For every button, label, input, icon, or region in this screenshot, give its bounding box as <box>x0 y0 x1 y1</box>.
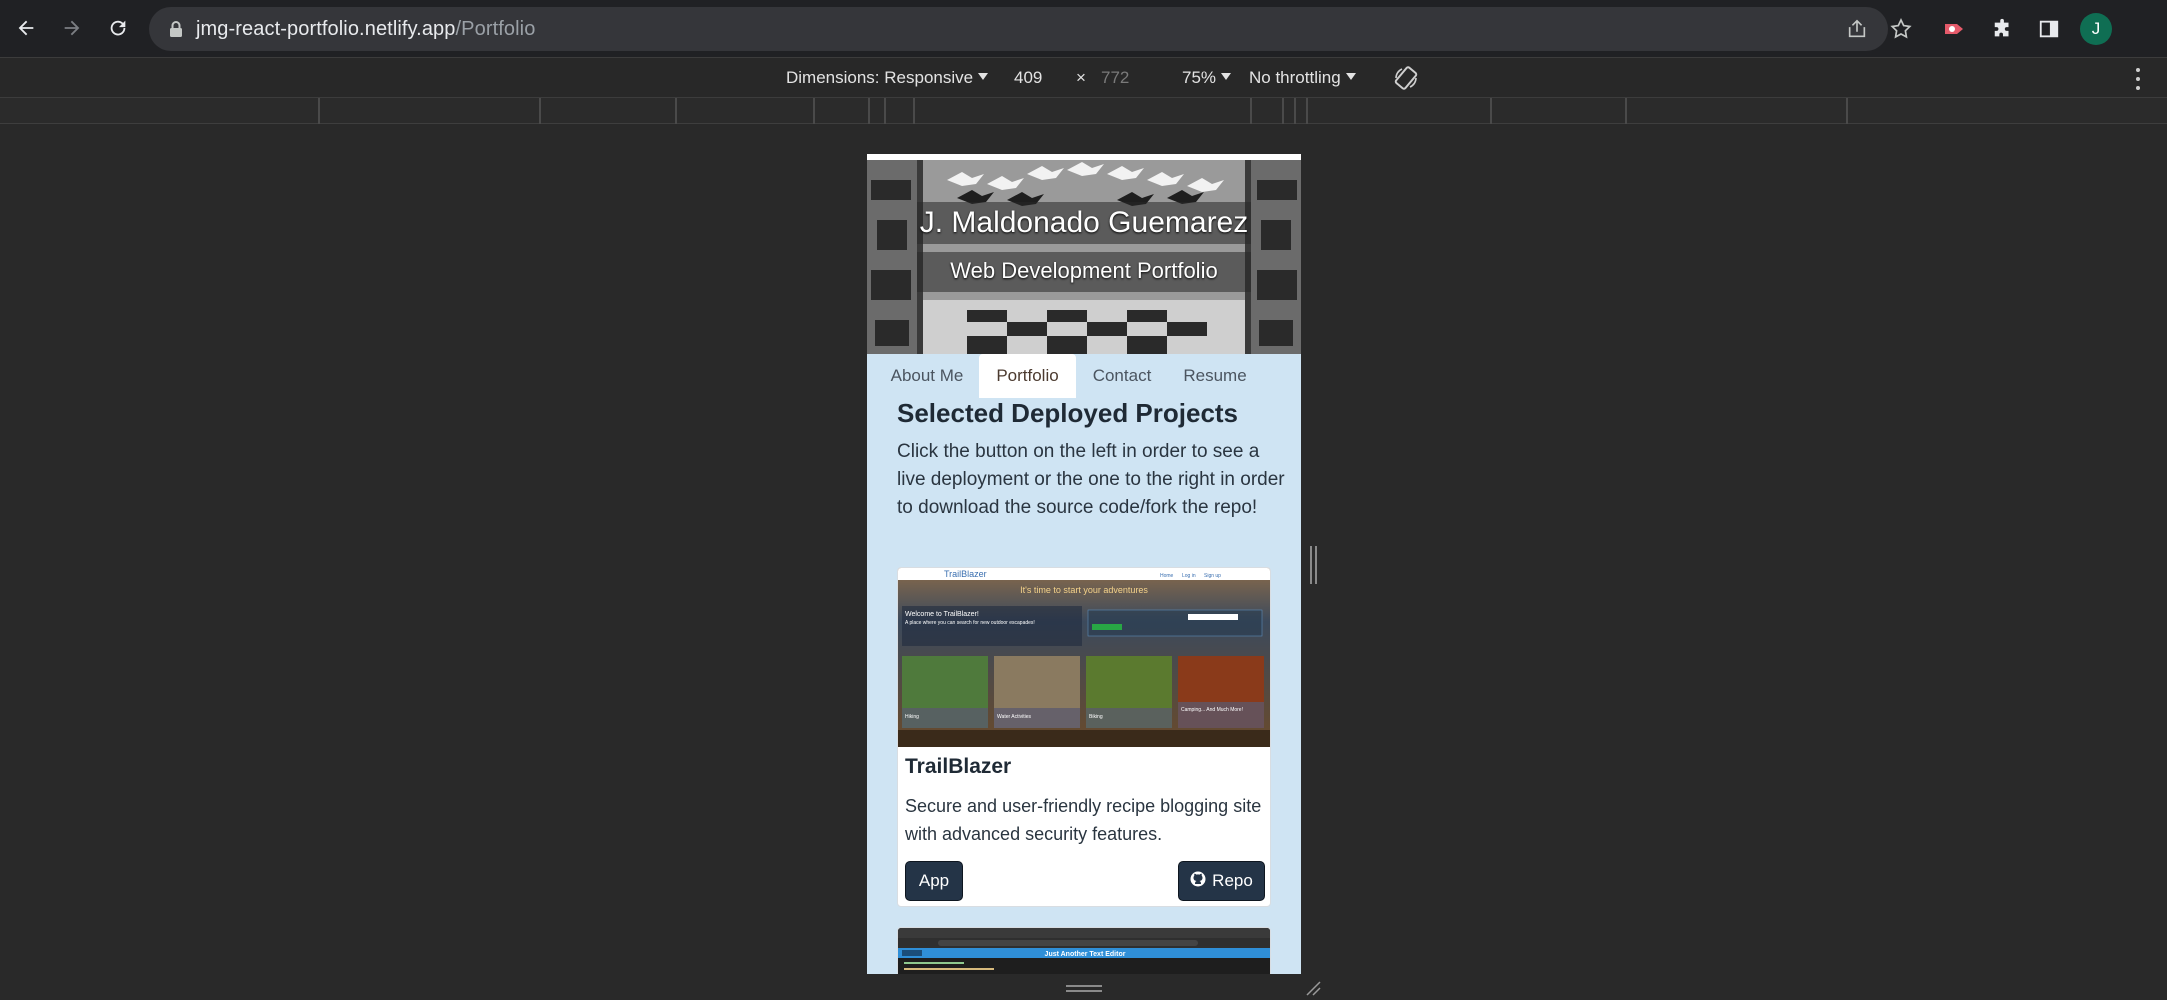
shot-welcome: Welcome to TrailBlazer! <box>905 611 979 618</box>
tab-contact[interactable]: Contact <box>1087 354 1157 398</box>
caret-down-icon <box>1345 73 1356 80</box>
app-button-label: App <box>918 871 950 890</box>
puzzle-icon[interactable] <box>1988 14 2018 44</box>
project-screenshot[interactable]: TrailBlazer Home Log in Sign up It's tim… <box>898 568 1270 747</box>
shot-brand: TrailBlazer <box>944 569 987 579</box>
project-card: TrailBlazer Home Log in Sign up It's tim… <box>897 567 1271 907</box>
project-screenshot[interactable]: Just Another Text Editor <box>898 928 1271 974</box>
hero-header: J. Maldonado Guemarez Web Development Po… <box>867 154 1301 354</box>
back-icon[interactable] <box>8 10 44 46</box>
nav-tabs: About Me Portfolio Contact Resume <box>867 354 1301 398</box>
shot-tile-3: Biking <box>1089 714 1103 720</box>
resize-corner-icon[interactable] <box>1305 980 1321 996</box>
width-input[interactable]: 409 <box>1014 68 1042 88</box>
github-icon <box>1190 871 1206 892</box>
shot-nav-signup: Sign up <box>1204 573 1221 579</box>
side-panel-icon[interactable] <box>2034 14 2064 44</box>
share-icon[interactable] <box>1845 17 1869 41</box>
star-icon[interactable] <box>1886 14 1916 44</box>
zoom-dropdown[interactable]: 75% <box>1182 68 1232 88</box>
tab-resume[interactable]: Resume <box>1175 354 1255 398</box>
height-input[interactable]: 772 <box>1101 68 1129 88</box>
shot-tile-2: Water Activities <box>997 714 1031 720</box>
intro-text: Click the button on the left in order to… <box>897 441 1285 518</box>
shot-tile-4: Camping... And Much More! <box>1181 707 1243 713</box>
resize-handle-right[interactable] <box>1310 546 1320 584</box>
project-title: TrailBlazer <box>905 755 1012 778</box>
forward-icon[interactable] <box>54 10 90 46</box>
shot-banner: It's time to start your adventures <box>1020 585 1148 595</box>
project-card: Just Another Text Editor <box>897 927 1271 974</box>
extension-record-icon[interactable] <box>1941 14 1971 44</box>
caret-down-icon <box>1221 73 1232 80</box>
address-bar[interactable]: jmg-react-portfolio.netlify.app/Portfoli… <box>149 7 1888 51</box>
dimensions-dropdown[interactable]: Dimensions: Responsive <box>786 68 989 88</box>
lock-icon[interactable] <box>169 20 183 43</box>
dimension-separator: × <box>1076 68 1086 87</box>
hero-subtitle: Web Development Portfolio <box>950 258 1218 283</box>
emulated-viewport[interactable]: J. Maldonado Guemarez Web Development Po… <box>867 154 1301 974</box>
device-toolbar: Dimensions: Responsive 409 × 772 75% No … <box>0 57 2167 98</box>
resize-handle-bottom[interactable] <box>1066 985 1102 995</box>
section-title: Selected Deployed Projects <box>897 398 1239 428</box>
shot-editor-title: Just Another Text Editor <box>1045 951 1126 958</box>
tab-about-me[interactable]: About Me <box>879 354 975 398</box>
throttling-dropdown[interactable]: No throttling <box>1249 68 1356 88</box>
project-description: Secure and user-friendly recipe blogging… <box>905 796 1262 844</box>
repo-button[interactable]: Repo <box>1178 861 1265 901</box>
repo-button-label: Repo <box>1212 871 1253 890</box>
app-button[interactable]: App <box>905 861 963 901</box>
shot-nav-login: Log in <box>1182 573 1196 579</box>
shot-nav-home: Home <box>1160 573 1174 579</box>
shot-tile-1: Hiking <box>905 714 919 720</box>
url-text[interactable]: jmg-react-portfolio.netlify.app/Portfoli… <box>196 18 535 41</box>
profile-avatar[interactable]: J <box>2080 13 2112 45</box>
rotate-icon[interactable] <box>1392 64 1420 97</box>
browser-toolbar: jmg-react-portfolio.netlify.app/Portfoli… <box>0 0 2167 57</box>
hero-title: J. Maldonado Guemarez <box>919 206 1249 239</box>
media-query-ruler[interactable] <box>0 98 2167 124</box>
tab-portfolio[interactable]: Portfolio <box>979 354 1076 398</box>
shot-tagline: A place where you can search for new out… <box>905 620 1035 626</box>
more-options-icon[interactable] <box>2132 68 2144 90</box>
caret-down-icon <box>978 73 989 80</box>
reload-icon[interactable] <box>100 10 136 46</box>
